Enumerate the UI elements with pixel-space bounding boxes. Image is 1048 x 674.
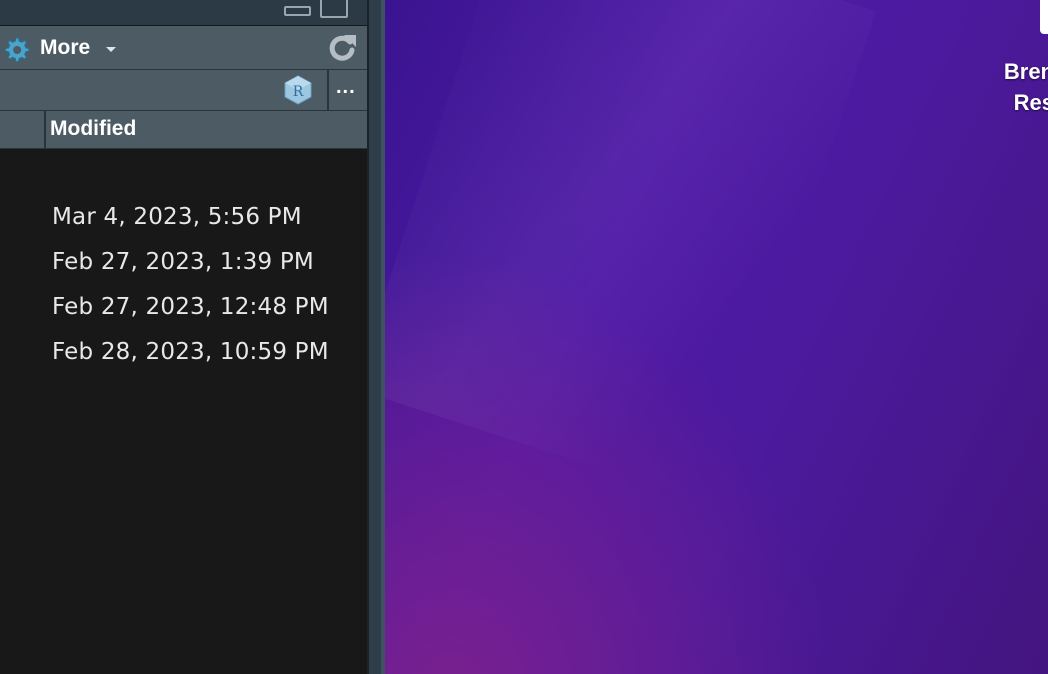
desktop-file-icon[interactable]	[1040, 0, 1048, 34]
more-menu-button[interactable]: More	[40, 36, 90, 60]
column-header-modified[interactable]: Modified	[50, 117, 136, 141]
more-options-button[interactable]: ...	[336, 76, 356, 99]
path-bar: R ...	[0, 70, 367, 111]
column-separator[interactable]	[44, 111, 46, 148]
wallpaper-sheen	[385, 0, 877, 506]
desktop-icon-label[interactable]: Res	[1014, 90, 1048, 116]
pane-titlebar	[0, 0, 367, 25]
refresh-icon[interactable]	[324, 30, 360, 66]
gear-icon[interactable]	[0, 34, 32, 66]
path-bar-separator	[327, 70, 329, 110]
desktop-background: Bren Res	[385, 0, 1048, 674]
pane-splitter[interactable]	[369, 0, 381, 674]
file-row-modified[interactable]: Feb 27, 2023, 1:39 PM	[52, 249, 314, 275]
file-row-modified[interactable]: Feb 28, 2023, 10:59 PM	[52, 339, 329, 365]
minimize-pane-button[interactable]	[284, 6, 311, 16]
files-toolbar: More	[0, 26, 367, 70]
svg-text:R: R	[293, 84, 304, 100]
files-pane: More R ... Modified Mar 4, 2023, 5:56 PM…	[0, 0, 367, 674]
maximize-pane-button[interactable]	[320, 0, 348, 18]
file-row-modified[interactable]: Mar 4, 2023, 5:56 PM	[52, 204, 302, 230]
file-table-header: Modified	[0, 111, 367, 149]
file-row-modified[interactable]: Feb 27, 2023, 12:48 PM	[52, 294, 329, 320]
chevron-down-icon	[106, 47, 116, 52]
desktop-icon-label[interactable]: Bren	[1004, 59, 1048, 85]
r-project-icon[interactable]: R	[282, 74, 314, 106]
